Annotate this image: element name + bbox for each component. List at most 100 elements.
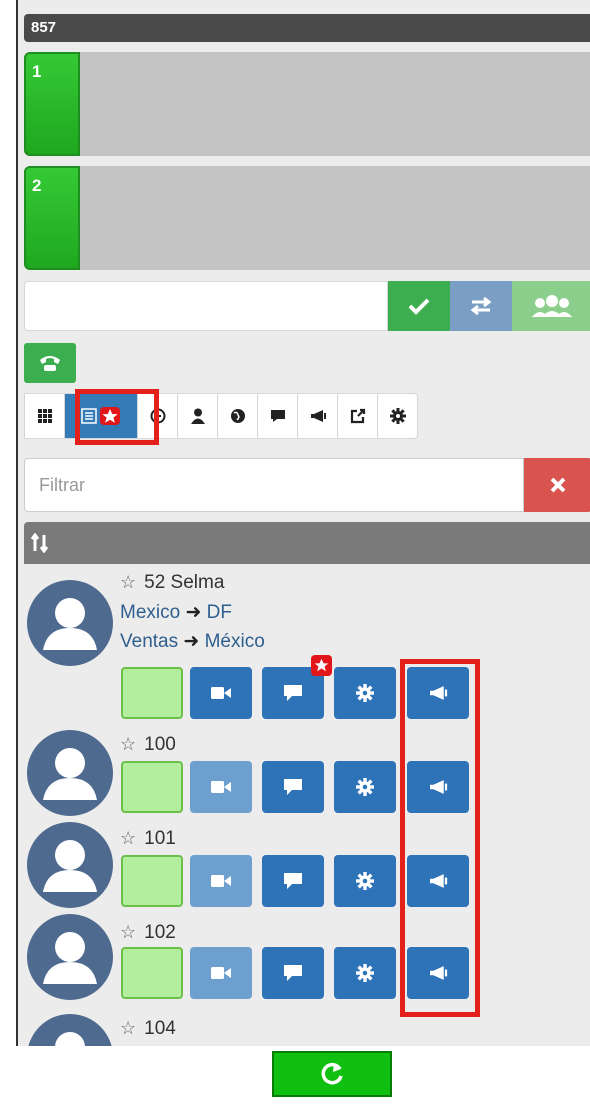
contact-location: Mexico ➜ DF	[120, 601, 232, 624]
clear-filter-button[interactable]	[524, 458, 590, 512]
line-2[interactable]: 2	[24, 166, 590, 270]
contact-name: 101	[144, 828, 176, 849]
presence-status-button[interactable]	[121, 667, 183, 719]
video-call-button[interactable]	[190, 855, 252, 907]
contact-row[interactable]: ☆ 104	[24, 1000, 590, 1046]
favorite-star-icon[interactable]: ☆	[120, 922, 136, 942]
gear-icon	[356, 684, 374, 702]
highlight-broadcast-column	[400, 659, 480, 1017]
contact-name: 102	[144, 922, 176, 943]
transfer-button[interactable]	[450, 281, 512, 331]
dept-to: México	[204, 631, 265, 652]
chat-button[interactable]	[262, 761, 324, 813]
hangup-button[interactable]	[24, 343, 76, 383]
gear-icon	[389, 408, 406, 424]
contact-name-line: ☆ 52 Selma	[120, 572, 224, 594]
keypad-grid-icon	[37, 409, 52, 423]
gear-icon	[356, 872, 374, 890]
highlight-favorites-tab	[75, 389, 159, 445]
favorite-badge	[311, 655, 332, 676]
video-call-button[interactable]	[190, 761, 252, 813]
presence-status-button[interactable]	[121, 761, 183, 813]
contact-department: Ventas ➜ México	[120, 630, 265, 653]
presence-status-button[interactable]	[121, 855, 183, 907]
chat-button[interactable]	[262, 855, 324, 907]
favorite-star-icon[interactable]: ☆	[120, 572, 136, 592]
checkmark-icon	[408, 298, 430, 315]
contact-list-header	[24, 522, 590, 564]
contact-settings-button[interactable]	[334, 947, 396, 999]
contact-settings-button[interactable]	[334, 855, 396, 907]
presence-status-button[interactable]	[121, 947, 183, 999]
video-call-button[interactable]	[190, 667, 252, 719]
star-icon	[314, 658, 329, 672]
video-camera-icon	[211, 875, 231, 887]
phone-icon	[40, 356, 60, 371]
dial-input[interactable]	[24, 281, 388, 331]
avatar	[27, 822, 113, 908]
contact-settings-button[interactable]	[334, 761, 396, 813]
avatar-silhouette-icon	[43, 932, 97, 984]
chat-bubble-icon	[284, 965, 302, 981]
contact-name-line: ☆ 101	[120, 828, 176, 850]
gear-icon	[356, 964, 374, 982]
conference-button[interactable]	[512, 281, 590, 331]
dept-from: Ventas	[120, 631, 179, 652]
contact-row[interactable]: ☆ 101	[24, 816, 590, 910]
line-number: 1	[24, 52, 80, 156]
transfer-arrows-icon	[470, 296, 492, 316]
contact-name-line: ☆ 102	[120, 922, 176, 944]
contact-name: 52 Selma	[144, 572, 225, 593]
contact-name: 104	[144, 1018, 176, 1039]
chat-bubble-icon	[270, 410, 285, 422]
contact-name: 100	[144, 734, 176, 755]
avatar-silhouette-icon	[43, 748, 97, 800]
avatar-silhouette-icon	[43, 598, 97, 650]
avatar	[27, 580, 113, 666]
tab-settings[interactable]	[377, 393, 418, 439]
globe-icon	[230, 409, 245, 423]
chat-bubble-icon	[284, 873, 302, 889]
favorite-star-icon[interactable]: ☆	[120, 828, 136, 848]
filter-input[interactable]: Filtrar	[24, 458, 524, 512]
contact-name-line: ☆ 100	[120, 734, 176, 756]
line-number: 2	[24, 166, 80, 270]
contact-name-line: ☆ 104	[120, 1018, 176, 1040]
arrow-right-icon: ➜	[183, 631, 200, 652]
location-from: Mexico	[120, 602, 181, 623]
sort-icon[interactable]	[30, 533, 50, 553]
contact-row[interactable]: ☆ 102	[24, 908, 590, 1002]
conference-users-icon	[532, 295, 572, 317]
video-camera-icon	[211, 781, 231, 793]
chat-bubble-icon	[284, 685, 302, 701]
gear-icon	[356, 778, 374, 796]
video-camera-icon	[211, 687, 231, 699]
tab-contacts[interactable]	[177, 393, 217, 439]
tab-keypad[interactable]	[24, 393, 64, 439]
share-external-icon	[350, 408, 365, 424]
phone-panel: 857 1 2 Filtrar ☆ 52 Selma Mexico ➜ DF V…	[16, 0, 590, 1046]
chat-bubble-icon	[284, 779, 302, 795]
avatar-silhouette-icon	[43, 840, 97, 892]
tab-chat[interactable]	[257, 393, 297, 439]
avatar	[27, 1014, 113, 1046]
contact-row[interactable]: ☆ 52 Selma Mexico ➜ DF Ventas ➜ México	[24, 564, 590, 726]
contact-row[interactable]: ☆ 100	[24, 724, 590, 818]
megaphone-icon	[310, 410, 326, 422]
chat-button[interactable]	[262, 947, 324, 999]
contact-settings-button[interactable]	[334, 667, 396, 719]
tab-broadcast[interactable]	[297, 393, 337, 439]
favorite-star-icon[interactable]: ☆	[120, 734, 136, 754]
location-to: DF	[206, 602, 232, 623]
video-call-button[interactable]	[190, 947, 252, 999]
avatar-silhouette-icon	[55, 1032, 85, 1046]
tab-directory[interactable]	[217, 393, 257, 439]
tab-external[interactable]	[337, 393, 377, 439]
user-icon	[190, 408, 205, 424]
reload-button[interactable]	[272, 1051, 392, 1097]
favorite-star-icon[interactable]: ☆	[120, 1018, 136, 1038]
line-1[interactable]: 1	[24, 52, 590, 156]
call-button[interactable]	[388, 281, 450, 331]
filter-row: Filtrar	[24, 458, 590, 512]
avatar	[27, 730, 113, 816]
